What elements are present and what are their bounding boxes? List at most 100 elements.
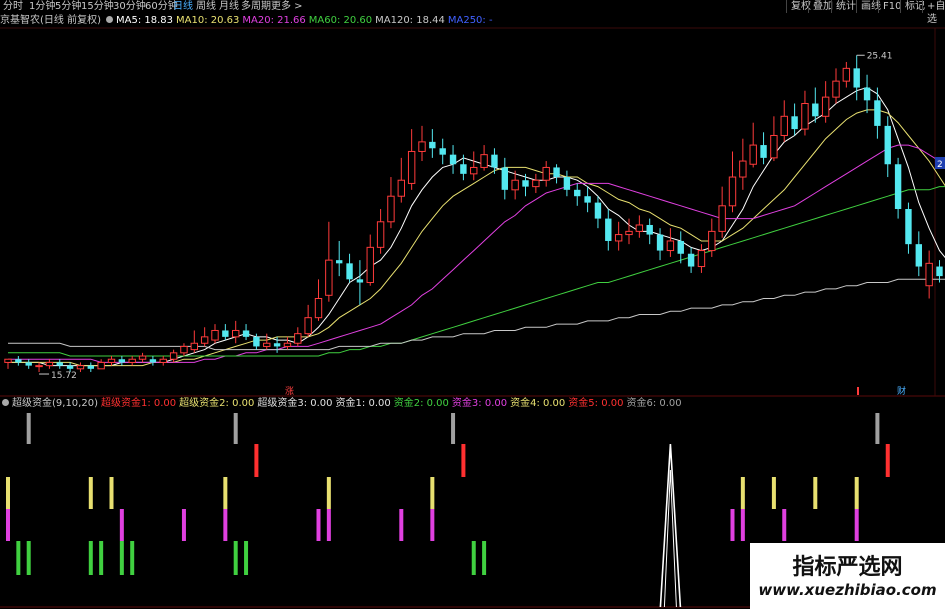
candle-45: [470, 151, 478, 181]
candle-body: [418, 141, 426, 152]
candle-body: [749, 144, 757, 165]
candle-52: [542, 161, 550, 187]
candle-body: [780, 115, 788, 136]
candle-body: [460, 164, 467, 174]
ind-bar-资金3-5: [326, 509, 331, 541]
candle-body: [200, 336, 209, 344]
candle-34: [356, 260, 364, 305]
ind-bar-资金2-5: [130, 541, 135, 575]
candle-body: [325, 259, 333, 296]
candle-body: [263, 342, 271, 347]
candle-body: [812, 103, 819, 117]
candle-body: [874, 100, 881, 126]
candle-body: [314, 298, 323, 319]
ind-bar-资金3-10: [782, 509, 787, 541]
candle-35: [366, 234, 374, 286]
candle-14: [149, 356, 157, 366]
candle-0: [4, 358, 12, 369]
candle-37: [387, 177, 395, 229]
candle-3: [35, 362, 43, 373]
ma-line-ma60: [8, 186, 945, 357]
candle-body: [387, 195, 395, 223]
candle-body: [532, 179, 540, 188]
candle-body: [584, 196, 591, 203]
candle-body: [501, 167, 508, 190]
candle-body: [666, 240, 675, 252]
candle-53: [553, 164, 560, 184]
candle-body: [180, 345, 188, 354]
candle-25: [263, 333, 271, 350]
candle-63: [656, 228, 664, 261]
candle-body: [169, 352, 178, 360]
candle-body: [925, 262, 933, 287]
marker-zhang: 涨: [285, 386, 294, 397]
candle-body: [128, 358, 136, 363]
candle-body: [511, 179, 519, 191]
candle-71: [739, 138, 747, 190]
candle-85: [884, 116, 891, 178]
candle-18: [190, 330, 199, 353]
candle-body: [97, 361, 105, 370]
candle-body: [760, 145, 767, 158]
candle-41: [429, 129, 436, 158]
candle-46: [480, 145, 488, 171]
ind-spike-inner: [663, 469, 677, 608]
candle-73: [760, 132, 767, 165]
price-chart[interactable]: 25.41 15.72 2 涨 财: [0, 0, 945, 609]
candle-5: [56, 359, 63, 369]
ind-bar-资金2-7: [244, 541, 249, 575]
ma-line-ma10: [8, 109, 945, 367]
ind-bar-资金6-1: [233, 413, 238, 444]
candle-body: [697, 250, 706, 268]
ind-bar-资金2-6: [233, 541, 238, 575]
candle-70: [728, 151, 737, 213]
candle-11: [118, 356, 126, 366]
candle-body: [635, 224, 644, 232]
candle-77: [801, 90, 809, 136]
candle-body: [253, 336, 260, 347]
candle-55: [574, 183, 581, 206]
ind-bar-资金2-2: [88, 541, 93, 575]
candle-body: [366, 246, 374, 284]
candle-body: [605, 218, 612, 241]
candle-72: [749, 122, 757, 168]
candle-body: [522, 180, 529, 187]
candle-17: [180, 343, 188, 357]
candle-87: [905, 202, 912, 254]
candle-13: [138, 352, 147, 363]
candle-43: [449, 145, 457, 174]
candle-21: [222, 324, 229, 341]
candle-body: [614, 234, 623, 242]
candle-body: [677, 240, 684, 254]
candle-body: [294, 333, 302, 344]
candle-body: [801, 103, 809, 130]
candle-body: [429, 141, 436, 149]
ind-bar-资金3-7: [430, 509, 435, 541]
candle-65: [677, 231, 684, 264]
ind-bar-资金3-3: [223, 509, 228, 541]
ma-line-ma120: [8, 278, 945, 351]
candle-74: [770, 116, 778, 162]
ind-bar-资金6-0: [26, 413, 31, 444]
ind-bar-资金4-6: [740, 477, 745, 509]
candle-19: [200, 327, 209, 347]
candle-body: [273, 343, 281, 347]
candle-body: [45, 361, 54, 367]
candle-1: [15, 356, 22, 366]
candle-66: [687, 247, 695, 273]
candle-body: [242, 330, 250, 337]
ind-bar-资金4-9: [854, 477, 859, 509]
candle-body: [646, 224, 653, 235]
candle-body: [884, 125, 891, 165]
candle-32: [336, 240, 343, 277]
candle-15: [159, 356, 167, 366]
candle-body: [791, 116, 798, 130]
candle-58: [605, 209, 612, 251]
candle-69: [718, 186, 726, 238]
ind-bar-资金3-6: [399, 509, 404, 541]
axis-price-label: 2: [937, 160, 943, 170]
candle-body: [356, 279, 364, 283]
candle-body: [283, 342, 292, 347]
candle-body: [542, 166, 550, 181]
candle-body: [821, 96, 830, 117]
